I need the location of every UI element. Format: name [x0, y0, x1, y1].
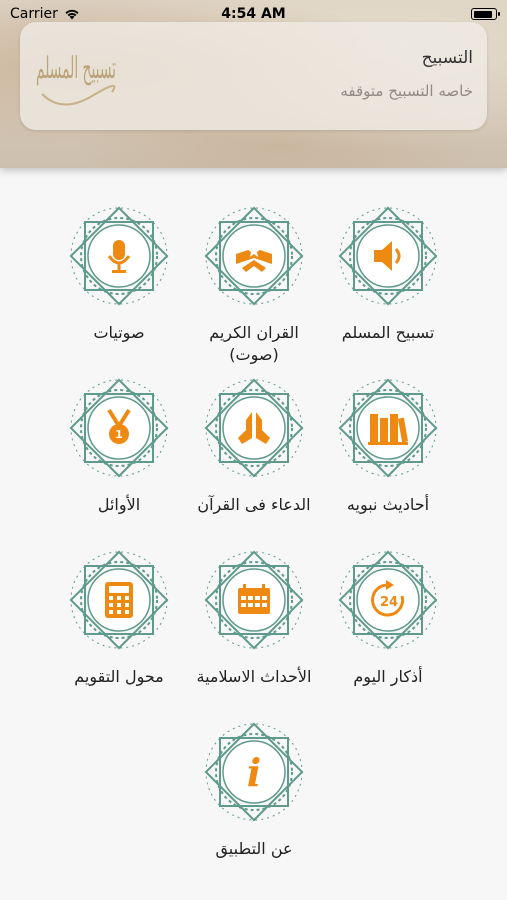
battery-icon [471, 8, 500, 20]
menu-label: الدعاء فى القرآن [197, 495, 311, 514]
menu-item-hadith[interactable]: أحاديث نبويه [313, 372, 463, 516]
notification-title: التسبيح [421, 48, 473, 68]
menu-item-quran[interactable]: القران الكريم (صوت) [179, 200, 329, 366]
badge-frame [332, 372, 444, 484]
badge-frame [198, 372, 310, 484]
menu-label: تسبيح المسلم [341, 323, 435, 342]
app-logo: تسبيح المسلم [36, 51, 116, 106]
menu-label: محول التقويم [74, 667, 164, 686]
menu-label: الأحداث الاسلامية [196, 667, 312, 686]
badge-frame [63, 544, 175, 656]
calculator-icon [105, 582, 133, 618]
menu-label: أذكار اليوم [353, 667, 423, 686]
menu-label: القران الكريم (صوت) [209, 323, 299, 364]
menu-item-islamic-events[interactable]: الأحداث الاسلامية [179, 544, 329, 688]
24-label: 24 [380, 595, 398, 610]
menu-label: عن التطبيق [215, 839, 293, 858]
badge-frame: 24 [332, 544, 444, 656]
menu-item-tasbih[interactable]: تسبيح المسلم [313, 200, 463, 344]
status-time: 4:54 AM [221, 6, 286, 22]
menu-item-calendar-converter[interactable]: محول التقويم [44, 544, 194, 688]
notification-subtitle: خاصه التسبيح متوقفه [340, 82, 473, 100]
badge-frame [198, 544, 310, 656]
logo-text: تسبيح المسلم [36, 51, 116, 86]
status-bar: Carrier 4:54 AM [0, 0, 507, 28]
menu-item-audio[interactable]: صوتيات [44, 200, 194, 344]
svg-text:1: 1 [115, 428, 123, 441]
badge-frame: i [198, 716, 310, 828]
calendar-icon [238, 584, 270, 614]
carrier-label: Carrier [10, 6, 58, 22]
menu-item-firsts[interactable]: 1 الأوائل [44, 372, 194, 516]
info-icon: i [247, 750, 261, 795]
menu-label: الأوائل [97, 495, 141, 514]
badge-frame: 1 [63, 372, 175, 484]
menu-label: صوتيات [93, 323, 145, 342]
menu-item-dua[interactable]: الدعاء فى القرآن [179, 372, 329, 516]
wifi-icon [65, 9, 79, 20]
menu-item-about[interactable]: i عن التطبيق [179, 716, 329, 860]
menu-item-daily-adhkar[interactable]: 24 أذكار اليوم [313, 544, 463, 688]
badge-frame [332, 200, 444, 312]
info-glyph: i [247, 750, 261, 795]
notification-card[interactable]: تسبيح المسلم التسبيح خاصه التسبيح متوقفه [20, 22, 487, 130]
badge-frame [198, 200, 310, 312]
menu-label: أحاديث نبويه [346, 495, 430, 514]
badge-frame [63, 200, 175, 312]
